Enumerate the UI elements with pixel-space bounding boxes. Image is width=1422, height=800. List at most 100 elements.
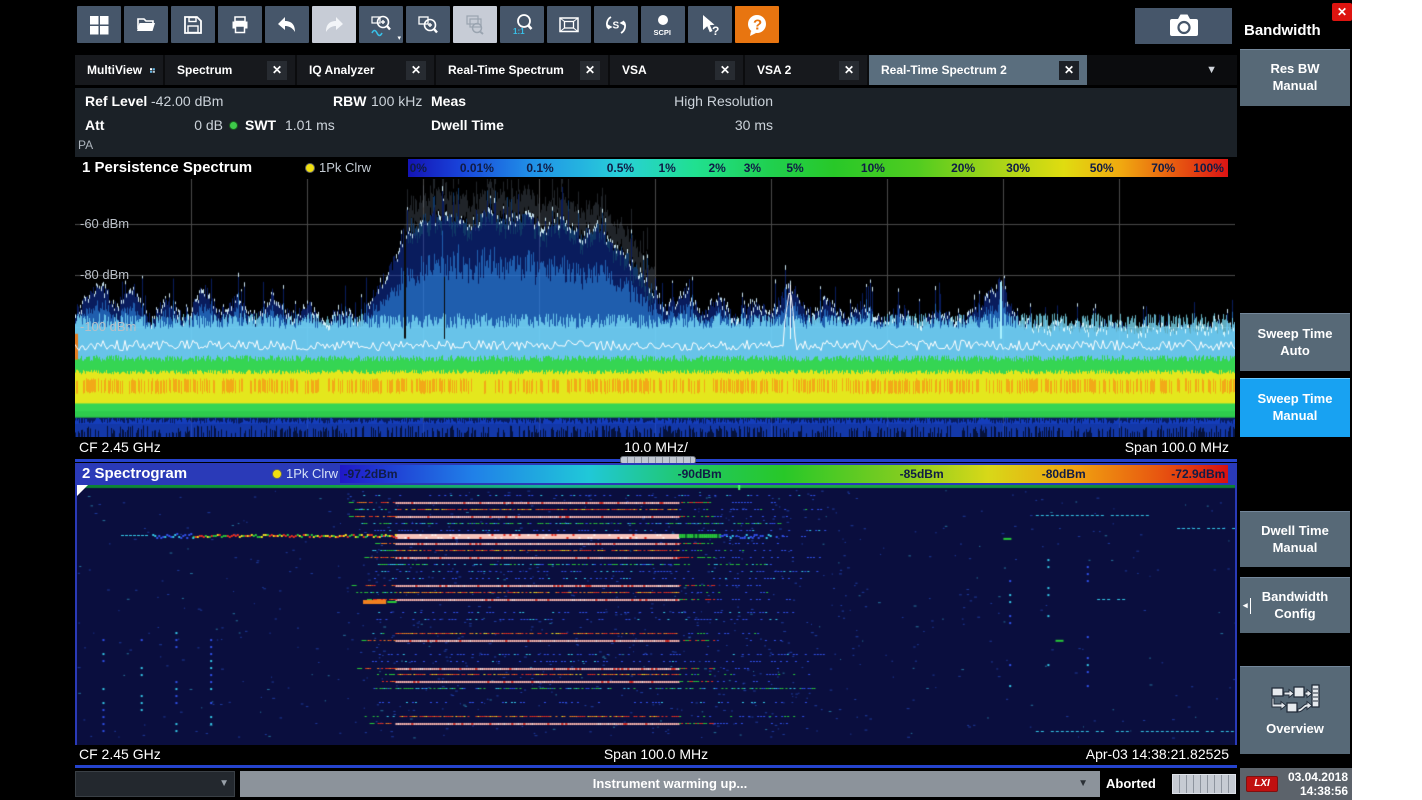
print-button[interactable] — [218, 6, 262, 43]
undo-button[interactable] — [265, 6, 309, 43]
colorbar-tick-label: 0% — [410, 161, 427, 175]
softkey-overview[interactable]: Overview — [1240, 666, 1350, 754]
y-axis-tick-label: -60 dBm — [80, 216, 129, 231]
tab-multiview[interactable]: MultiView — [75, 55, 163, 85]
colorbar-tick-label: -80dBm — [1042, 467, 1086, 481]
redo-icon — [322, 13, 346, 37]
softkey-res-bw-manual[interactable]: Res BW Manual — [1240, 49, 1350, 106]
colorbar-tick-label: -90dBm — [678, 467, 722, 481]
measurement-progress-bar — [1172, 774, 1236, 794]
rbw-label: RBW — [333, 93, 366, 109]
trace-label[interactable]: 1Pk Clrw — [319, 160, 371, 175]
display-frame-icon — [557, 13, 581, 37]
rbw-value[interactable]: 100 kHz — [371, 93, 422, 109]
focused-window-marker — [77, 485, 88, 496]
span-readout[interactable]: Span 100.0 MHz — [1125, 439, 1229, 455]
colorbar-tick-label: 0.01% — [460, 161, 494, 175]
svg-text:?: ? — [753, 16, 762, 33]
tab-close-button[interactable]: ✕ — [406, 61, 426, 80]
meas-value[interactable]: High Resolution — [595, 93, 773, 109]
svg-text:?: ? — [712, 24, 719, 38]
channel-tab-bar: MultiView Spectrum ✕ IQ Analyzer ✕ Real-… — [75, 55, 1237, 85]
window2-title: 2 Spectrogram — [82, 465, 187, 482]
tab-real-time-spectrum[interactable]: Real-Time Spectrum ✕ — [436, 55, 608, 85]
zoom-signal-button[interactable]: ▾ — [359, 6, 403, 43]
system-info-panel: LXI 03.04.2018 14:38:56 — [1240, 768, 1352, 800]
zoom-signal-icon — [369, 13, 393, 37]
att-label: Att — [85, 117, 104, 133]
softkey-panel-close-button[interactable]: ✕ — [1332, 3, 1352, 21]
scpi-recorder-button[interactable]: SCPI — [641, 6, 685, 43]
softkey-label: Overview — [1266, 721, 1324, 738]
span-readout[interactable]: Span 100.0 MHz — [75, 746, 1237, 762]
trace-color-dot — [305, 163, 315, 173]
persistence-spectrum-plot[interactable] — [75, 179, 1235, 437]
save-button[interactable] — [171, 6, 215, 43]
tab-label: MultiView — [87, 63, 142, 77]
zoom-signal-dropdown-caret[interactable]: ▾ — [397, 34, 401, 42]
softkey-label: Res BW — [1270, 61, 1319, 78]
window-divider — [75, 765, 1237, 768]
context-help-button[interactable]: ? — [688, 6, 732, 43]
amplitude-axis-labels: -60 dBm-80 dBm-100 dBm — [80, 179, 150, 437]
att-value[interactable]: 0 dB — [163, 117, 223, 133]
sequencer-button[interactable]: S — [594, 6, 638, 43]
screenshot-button[interactable] — [1135, 8, 1232, 44]
softkey-dwell-time-manual[interactable]: Dwell Time Manual — [1240, 511, 1350, 567]
windows-icon — [87, 13, 111, 37]
tab-iq-analyzer[interactable]: IQ Analyzer ✕ — [297, 55, 434, 85]
colorbar-tick-label: 5% — [786, 161, 803, 175]
trace-color-dot — [272, 469, 282, 479]
tab-label: VSA — [622, 63, 647, 77]
scpi-record-icon: SCPI — [650, 11, 676, 39]
svg-text:S: S — [613, 20, 620, 31]
persistence-percent-colorbar: 0%0.01%0.1%0.5%1%2%3%5%10%20%30%50%70%10… — [408, 159, 1228, 177]
help-button[interactable]: ? — [735, 6, 779, 43]
display-frame-button[interactable] — [547, 6, 591, 43]
softkey-sweep-time-auto[interactable]: Sweep Time Auto — [1240, 313, 1350, 371]
windows-menu-button[interactable] — [77, 6, 121, 43]
trace-label[interactable]: 1Pk Clrw — [286, 466, 338, 481]
status-dropdown[interactable]: ▼ — [75, 771, 235, 797]
softkey-sweep-time-manual[interactable]: Sweep Time Manual — [1240, 378, 1350, 437]
colorbar-tick-label: 0.5% — [607, 161, 634, 175]
softkey-bandwidth-config[interactable]: ◂ Bandwidth Config — [1240, 577, 1350, 633]
tab-close-button[interactable]: ✕ — [580, 61, 600, 80]
open-button[interactable] — [124, 6, 168, 43]
tab-real-time-spectrum-2[interactable]: Real-Time Spectrum 2 ✕ — [869, 55, 1087, 85]
colorbar-tick-label: 3% — [744, 161, 761, 175]
print-icon — [228, 13, 252, 37]
tab-close-button[interactable]: ✕ — [267, 61, 287, 80]
cursor-help-icon: ? — [697, 12, 723, 38]
colorbar-tick-label: -72.9dBm — [1171, 467, 1225, 481]
tab-vsa-2[interactable]: VSA 2 ✕ — [745, 55, 867, 85]
zoom-window-button[interactable] — [406, 6, 450, 43]
colorbar-tick-label: -97.2dBm — [344, 467, 398, 481]
tab-close-button[interactable]: ✕ — [1059, 61, 1079, 80]
tab-close-button[interactable]: ✕ — [839, 61, 859, 80]
tab-list-dropdown[interactable]: ▼ — [1206, 64, 1217, 76]
status-message-bar[interactable]: Instrument warming up... ▼ — [240, 771, 1100, 797]
tab-label: VSA 2 — [757, 63, 791, 77]
chevron-down-icon: ▼ — [1078, 771, 1088, 797]
tab-spectrum[interactable]: Spectrum ✕ — [165, 55, 295, 85]
spectrogram-amplitude-colorbar: -97.2dBm -90dBm -85dBm -80dBm -72.9dBm — [340, 465, 1228, 483]
persistence-spectrum-footer: CF 2.45 GHz 10.0 MHz/ Span 100.0 MHz — [75, 438, 1237, 458]
softkey-label: Manual — [1273, 78, 1318, 95]
colorbar-tick-label: 2% — [708, 161, 725, 175]
meas-label: Meas — [431, 93, 466, 109]
softkey-label: Manual — [1273, 540, 1318, 557]
softkey-label: Sweep Time — [1258, 391, 1333, 408]
swt-value[interactable]: 1.01 ms — [285, 117, 335, 133]
spectrogram-footer: CF 2.45 GHz Span 100.0 MHz Apr-03 14:38:… — [75, 745, 1237, 765]
spectrogram-plot[interactable] — [77, 485, 1235, 743]
y-axis-tick-label: -100 dBm — [80, 319, 136, 334]
zoom-one-to-one-button[interactable]: 1:1 — [500, 6, 544, 43]
ref-level-value[interactable]: -42.00 dBm — [151, 93, 223, 109]
softkey-label: Auto — [1280, 343, 1310, 360]
tab-vsa[interactable]: VSA ✕ — [610, 55, 743, 85]
save-icon — [181, 13, 205, 37]
colorbar-tick-label: -85dBm — [900, 467, 944, 481]
dwell-time-value[interactable]: 30 ms — [635, 117, 773, 133]
tab-close-button[interactable]: ✕ — [715, 61, 735, 80]
